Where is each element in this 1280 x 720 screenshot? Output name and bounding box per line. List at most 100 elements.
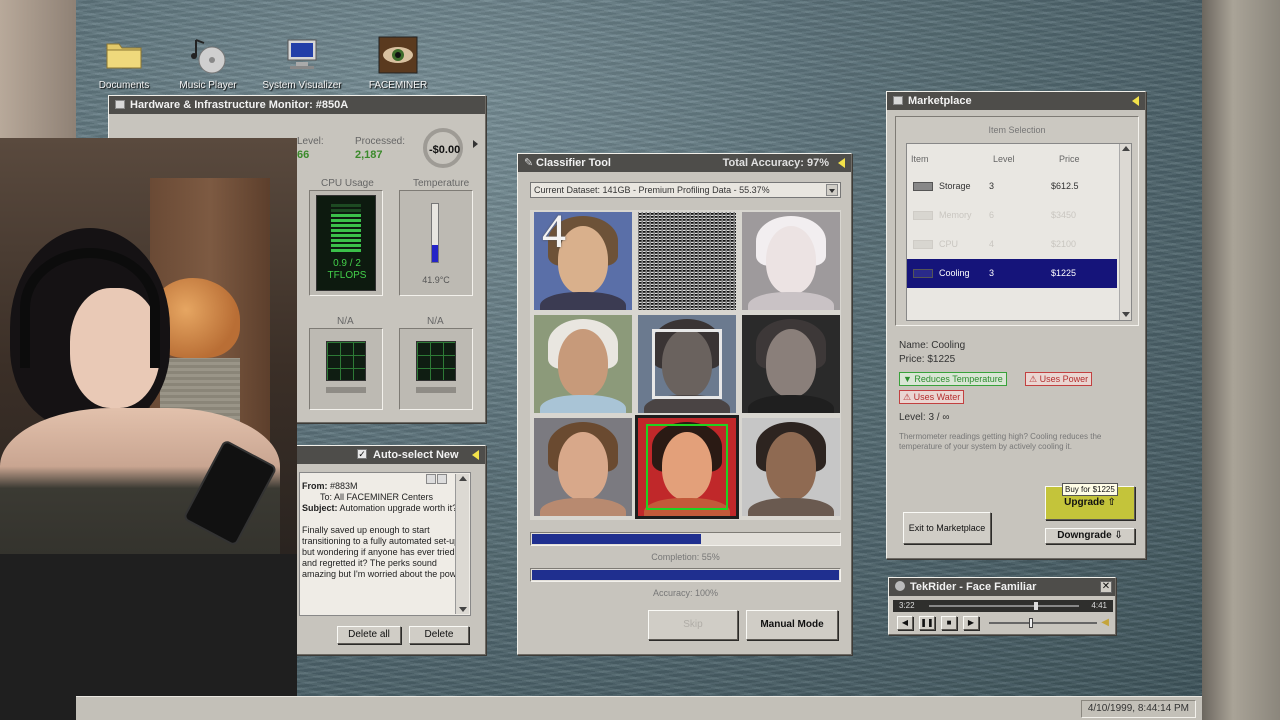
email-subject: Subject: Automation upgrade worth it? xyxy=(302,503,458,513)
exit-to-marketplace-button[interactable]: Exit to Marketplace xyxy=(903,512,991,544)
volume-thumb[interactable] xyxy=(1029,618,1033,628)
column-price: Price xyxy=(1059,154,1080,164)
slot2-panel xyxy=(399,328,473,410)
buy-tooltip: Buy for $1225 xyxy=(1062,483,1118,496)
transport-controls: ◀ ❚❚ ■ ▶ ◀ xyxy=(893,614,1113,632)
seek-thumb[interactable] xyxy=(1034,602,1038,610)
downgrade-button[interactable]: Downgrade ⇩ xyxy=(1045,528,1135,544)
tag-uses-water: ⚠ Uses Water xyxy=(899,390,965,404)
prev-icon[interactable] xyxy=(426,474,436,484)
close-icon[interactable]: ✕ xyxy=(1100,581,1112,593)
prev-track-icon[interactable]: ◀ xyxy=(897,616,913,630)
cpu-bar-segment xyxy=(331,224,361,227)
desktop-icon-documents[interactable]: Documents xyxy=(84,36,164,91)
email-title: Auto-select New xyxy=(373,449,459,461)
market-item-name: Cooling xyxy=(939,268,970,278)
market-item-level: 6 xyxy=(989,210,995,220)
monitor-icon xyxy=(282,36,322,76)
cpu-meter: 0.9 / 2 TFLOPS xyxy=(316,195,376,291)
face-image[interactable] xyxy=(742,418,840,516)
face-head xyxy=(766,329,816,397)
skip-button[interactable]: Skip xyxy=(648,610,738,640)
dataset-value: Current Dataset: 141GB - Premium Profili… xyxy=(534,185,770,195)
delete-all-button[interactable]: Delete all xyxy=(337,626,401,644)
classifier-titlebar[interactable]: ✎ Classifier Tool Total Accuracy: 97% xyxy=(518,154,851,172)
face-image[interactable] xyxy=(635,415,739,519)
processed-value: 2,187 xyxy=(355,149,383,161)
collapse-arrow-icon[interactable] xyxy=(838,158,845,168)
market-item-row[interactable]: Cooling 3 $1225 xyxy=(907,259,1117,288)
next-icon[interactable] xyxy=(437,474,447,484)
email-scrollbar[interactable] xyxy=(455,474,469,614)
market-item-row[interactable]: Memory 6 $3450 xyxy=(907,201,1117,230)
temperature-value: 41.9°C xyxy=(422,275,450,285)
total-accuracy: Total Accuracy: 97% xyxy=(722,157,829,169)
cpu-bar-segment xyxy=(331,244,361,247)
checkbox-icon[interactable]: ✓ xyxy=(357,449,367,459)
room-wall-left xyxy=(0,0,76,140)
item-list-scrollbar[interactable] xyxy=(1119,144,1131,320)
email-message: From: #883M To: All FACEMINER Centers Su… xyxy=(299,472,471,616)
disc-icon xyxy=(895,581,905,591)
scroll-down-icon[interactable] xyxy=(459,607,467,612)
music-titlebar[interactable]: TekRider - Face Familiar ✕ xyxy=(889,578,1115,596)
face-head xyxy=(766,432,816,500)
item-list: Item Level Price Storage 3 $612.5 Memory 6 $3… xyxy=(906,143,1132,321)
desktop-icon-label: FACEMINER xyxy=(368,80,428,91)
scroll-down-icon[interactable] xyxy=(1122,312,1130,317)
face-image[interactable] xyxy=(742,212,840,310)
chevron-down-icon[interactable] xyxy=(826,184,838,196)
email-titlebar[interactable]: ✓ Auto-select New xyxy=(293,446,485,464)
scroll-up-icon[interactable] xyxy=(1121,146,1130,151)
detail-price: Price: $1225 xyxy=(899,354,956,365)
cpu-bar-segment xyxy=(331,209,361,212)
manual-mode-button[interactable]: Manual Mode xyxy=(746,610,838,640)
detail-level: Level: 3 / ∞ xyxy=(899,412,950,423)
collapse-arrow-icon[interactable] xyxy=(1132,96,1139,106)
tag-reduces-temperature: ▼ Reduces Temperature xyxy=(899,372,1007,386)
volume-track[interactable] xyxy=(989,618,1097,628)
face-image[interactable] xyxy=(534,315,632,413)
volume-icon[interactable]: ◀ xyxy=(1101,617,1109,628)
face-image[interactable] xyxy=(742,315,840,413)
music-title: TekRider - Face Familiar xyxy=(910,581,1037,593)
marketplace-titlebar[interactable]: Marketplace xyxy=(887,92,1145,110)
market-item-row[interactable]: Storage 3 $612.5 xyxy=(907,172,1117,201)
eye-icon xyxy=(378,36,418,76)
market-item-name: CPU xyxy=(939,239,959,249)
collapse-arrow-icon[interactable] xyxy=(472,450,479,460)
email-to: To: All FACEMINER Centers xyxy=(320,492,434,502)
scroll-up-icon[interactable] xyxy=(458,476,467,481)
pause-icon[interactable]: ❚❚ xyxy=(919,616,935,630)
slot1-panel xyxy=(309,328,383,410)
hardware-titlebar[interactable]: Hardware & Infrastructure Monitor: #850A xyxy=(109,96,485,114)
headphones-icon xyxy=(20,248,160,368)
marketplace-window: Marketplace Item Selection Item Level Pr… xyxy=(886,91,1146,559)
email-nav-buttons xyxy=(426,474,448,486)
desktop-icon-faceminer[interactable]: FACEMINER xyxy=(358,36,438,91)
hardware-component-icon xyxy=(913,269,933,278)
face-image[interactable] xyxy=(638,212,736,310)
item-selection-label: Item Selection xyxy=(988,125,1046,135)
next-track-icon[interactable]: ▶ xyxy=(963,616,979,630)
accuracy-label: Accuracy: 100% xyxy=(652,588,719,598)
face-head xyxy=(766,226,816,294)
expand-arrow-icon[interactable] xyxy=(473,140,478,148)
market-item-row[interactable]: CPU 4 $2100 xyxy=(907,230,1117,259)
slot2-label: N/A xyxy=(427,316,444,327)
desktop-icon-music-player[interactable]: Music Player xyxy=(168,36,248,91)
face-image[interactable] xyxy=(534,418,632,516)
temperature-label: Temperature xyxy=(413,178,470,189)
email-window: ✓ Auto-select New From: #883M To: All FA… xyxy=(292,445,486,655)
desktop-icon-system-visualizer[interactable]: System Visualizer xyxy=(262,36,342,91)
dataset-select[interactable]: Current Dataset: 141GB - Premium Profili… xyxy=(530,182,841,198)
email-body: Finally saved up enough to start transit… xyxy=(302,525,465,579)
delete-button[interactable]: Delete xyxy=(409,626,469,644)
seek-track[interactable] xyxy=(929,602,1079,610)
face-image[interactable] xyxy=(638,315,736,413)
desktop-icon-label: System Visualizer xyxy=(262,80,342,91)
completion-fill xyxy=(532,534,701,544)
face-shoulders xyxy=(540,395,626,413)
stop-icon[interactable]: ■ xyxy=(941,616,957,630)
cpu-bar-segment xyxy=(331,249,361,252)
